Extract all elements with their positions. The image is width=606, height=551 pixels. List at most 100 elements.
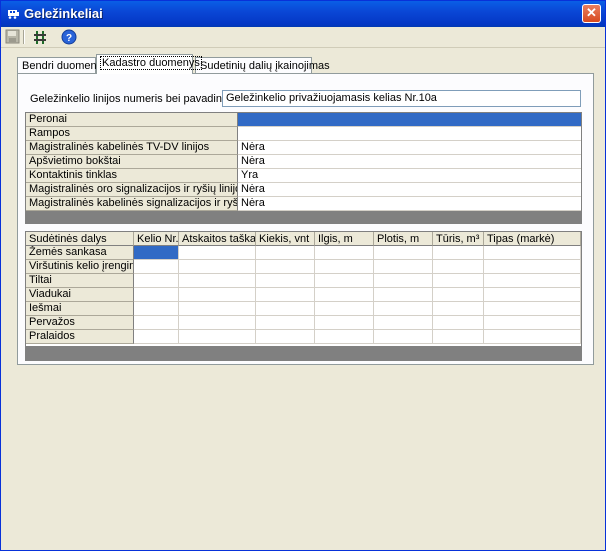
help-icon[interactable]: ?: [61, 29, 77, 45]
column-header-kelio-nr[interactable]: Kelio Nr.: [134, 232, 179, 246]
property-label: Peronai: [26, 113, 238, 127]
part-cell[interactable]: [374, 246, 433, 260]
part-cell[interactable]: [179, 274, 256, 288]
part-cell[interactable]: [134, 260, 179, 274]
line-name-label: Geležinkelio linijos numeris bei pavadin…: [30, 93, 246, 105]
properties-grid: Peronai Rampos Magistralinės kabelinės T…: [25, 112, 582, 224]
column-header-kiekis[interactable]: Kiekis, vnt: [256, 232, 315, 246]
part-cell[interactable]: [134, 302, 179, 316]
part-cell[interactable]: [256, 288, 315, 302]
close-icon: ✕: [586, 5, 597, 20]
part-cell[interactable]: [315, 302, 374, 316]
part-row-header: Tiltai: [26, 274, 134, 288]
properties-scrollbar[interactable]: [26, 211, 581, 223]
part-cell[interactable]: [433, 330, 484, 344]
part-cell[interactable]: [256, 246, 315, 260]
part-cell[interactable]: [315, 274, 374, 288]
part-cell[interactable]: [256, 316, 315, 330]
part-cell[interactable]: [374, 260, 433, 274]
part-cell[interactable]: [374, 330, 433, 344]
title-bar[interactable]: Geležinkeliai ✕: [1, 1, 605, 27]
part-cell[interactable]: [433, 302, 484, 316]
tab-label: Sudetinių dalių įkainojimas: [200, 60, 330, 72]
part-row-header: Pralaidos: [26, 330, 134, 344]
part-cell[interactable]: [433, 288, 484, 302]
part-cell[interactable]: [134, 274, 179, 288]
column-header-plotis[interactable]: Plotis, m: [374, 232, 433, 246]
part-cell[interactable]: [484, 330, 581, 344]
property-value[interactable]: Nėra: [238, 155, 581, 169]
train-icon: [8, 10, 19, 19]
column-header-ilgis[interactable]: Ilgis, m: [315, 232, 374, 246]
part-cell[interactable]: [179, 330, 256, 344]
part-row-header: Pervažos: [26, 316, 134, 330]
part-cell[interactable]: [256, 330, 315, 344]
window-title: Geležinkeliai: [24, 6, 103, 21]
line-name-input[interactable]: Geležinkelio privažiuojamasis kelias Nr.…: [222, 90, 581, 107]
parts-corner-header: Sudėtinės dalys: [26, 232, 134, 246]
property-label: Magistralinės oro signalizacijos ir ryši…: [26, 183, 238, 197]
column-header-tipas[interactable]: Tipas (markė): [484, 232, 581, 246]
tab-kadastro-duomenys[interactable]: Kadastro duomenys: [96, 54, 202, 74]
part-cell[interactable]: [315, 288, 374, 302]
part-cell[interactable]: [179, 260, 256, 274]
property-value-selected[interactable]: [238, 113, 581, 127]
column-header-turis[interactable]: Tūris, m³: [433, 232, 484, 246]
part-row-header: Žemės sankasa: [26, 246, 134, 260]
part-cell[interactable]: [484, 288, 581, 302]
tab-panel: Geležinkelio linijos numeris bei pavadin…: [17, 73, 594, 365]
railway-track-icon[interactable]: [32, 29, 48, 45]
part-cell[interactable]: [315, 260, 374, 274]
close-button[interactable]: ✕: [582, 4, 601, 23]
save-icon[interactable]: [5, 29, 21, 45]
part-cell[interactable]: [374, 274, 433, 288]
part-cell[interactable]: [374, 288, 433, 302]
part-cell[interactable]: [484, 316, 581, 330]
tab-label: Kadastro duomenys: [100, 56, 202, 70]
part-cell[interactable]: [484, 274, 581, 288]
part-cell[interactable]: [374, 316, 433, 330]
part-cell[interactable]: [433, 274, 484, 288]
part-cell[interactable]: [315, 330, 374, 344]
part-cell[interactable]: [134, 330, 179, 344]
part-cell[interactable]: [256, 274, 315, 288]
part-cell[interactable]: [433, 246, 484, 260]
part-cell[interactable]: [179, 302, 256, 316]
main-window: Geležinkeliai ✕ ? Bendri duomenys Kadast…: [0, 0, 606, 551]
part-cell[interactable]: [315, 246, 374, 260]
part-cell[interactable]: [484, 246, 581, 260]
parts-grid: Sudėtinės dalys Kelio Nr. Atskaitos tašk…: [25, 231, 582, 361]
part-cell[interactable]: [134, 316, 179, 330]
property-value[interactable]: Nėra: [238, 141, 581, 155]
part-cell[interactable]: [433, 260, 484, 274]
svg-text:?: ?: [66, 33, 72, 44]
property-label: Magistralinės kabelinės TV-DV linijos: [26, 141, 238, 155]
part-cell[interactable]: [315, 316, 374, 330]
toolbar-separator: [23, 30, 25, 44]
part-cell[interactable]: [484, 260, 581, 274]
part-cell[interactable]: [179, 316, 256, 330]
part-cell[interactable]: [134, 246, 179, 260]
part-row-header: Iešmai: [26, 302, 134, 316]
property-value[interactable]: Nėra: [238, 183, 581, 197]
column-header-atskaitos-taskai[interactable]: Atskaitos taškai: [179, 232, 256, 246]
part-cell[interactable]: [433, 316, 484, 330]
property-label: Kontaktinis tinklas: [26, 169, 238, 183]
property-value[interactable]: Nėra: [238, 197, 581, 211]
tab-label: Bendri duomenys: [22, 60, 108, 72]
property-label: Magistralinės kabelinės signalizacijos i…: [26, 197, 238, 211]
property-value[interactable]: Yra: [238, 169, 581, 183]
toolbar: ?: [1, 27, 605, 48]
part-cell[interactable]: [256, 302, 315, 316]
part-cell[interactable]: [179, 288, 256, 302]
property-label: Rampos: [26, 127, 238, 141]
part-row-header: Viršutinis kelio įrenginys: [26, 260, 134, 274]
part-cell[interactable]: [374, 302, 433, 316]
part-cell[interactable]: [134, 288, 179, 302]
part-cell[interactable]: [179, 246, 256, 260]
property-value[interactable]: [238, 127, 581, 141]
part-cell[interactable]: [256, 260, 315, 274]
part-row-header: Viadukai: [26, 288, 134, 302]
parts-scrollbar[interactable]: [26, 346, 581, 360]
part-cell[interactable]: [484, 302, 581, 316]
